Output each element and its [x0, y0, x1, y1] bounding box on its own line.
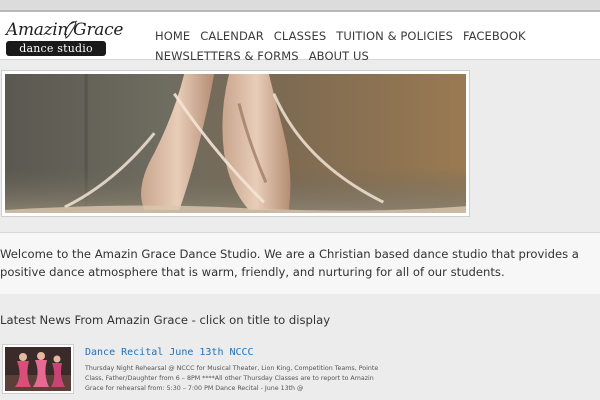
nav-facebook[interactable]: FACEBOOK — [458, 26, 531, 46]
news-item: Dance Recital June 13th NCCC Thursday Ni… — [0, 342, 600, 400]
dancers-photo-icon — [5, 347, 71, 391]
nav-row-2: NEWSLETTERS & FORMS ABOUT US — [150, 46, 600, 66]
main-nav: HOME CALENDAR CLASSES TUITION & POLICIES… — [150, 26, 600, 66]
news-heading: Latest News From Amazin Grace - click on… — [0, 313, 331, 327]
site-header: Amazin Grace dance studio HOME CALENDAR … — [0, 10, 600, 63]
logo-bar: dance studio — [6, 41, 106, 56]
pointe-shoes-hero-image — [5, 74, 466, 213]
ballet-slipper-icon — [65, 20, 78, 39]
site-logo[interactable]: Amazin Grace dance studio — [4, 20, 123, 60]
nav-newsletters-forms[interactable]: NEWSLETTERS & FORMS — [150, 46, 304, 66]
nav-about-us[interactable]: ABOUT US — [304, 46, 374, 66]
top-stripe — [0, 0, 600, 10]
welcome-text: Welcome to the Amazin Grace Dance Studio… — [0, 247, 579, 279]
news-item-title[interactable]: Dance Recital June 13th NCCC — [85, 347, 254, 358]
nav-calendar[interactable]: CALENDAR — [195, 26, 268, 46]
news-thumbnail[interactable] — [2, 344, 74, 394]
nav-tuition-policies[interactable]: TUITION & POLICIES — [331, 26, 458, 46]
news-item-excerpt: Thursday Night Rehearsal @ NCCC for Musi… — [85, 365, 379, 392]
hero-image-frame — [1, 70, 470, 217]
welcome-section: Welcome to the Amazin Grace Dance Studio… — [0, 232, 600, 294]
nav-classes[interactable]: CLASSES — [269, 26, 331, 46]
nav-row-1: HOME CALENDAR CLASSES TUITION & POLICIES… — [150, 26, 600, 46]
nav-home[interactable]: HOME — [150, 26, 195, 46]
